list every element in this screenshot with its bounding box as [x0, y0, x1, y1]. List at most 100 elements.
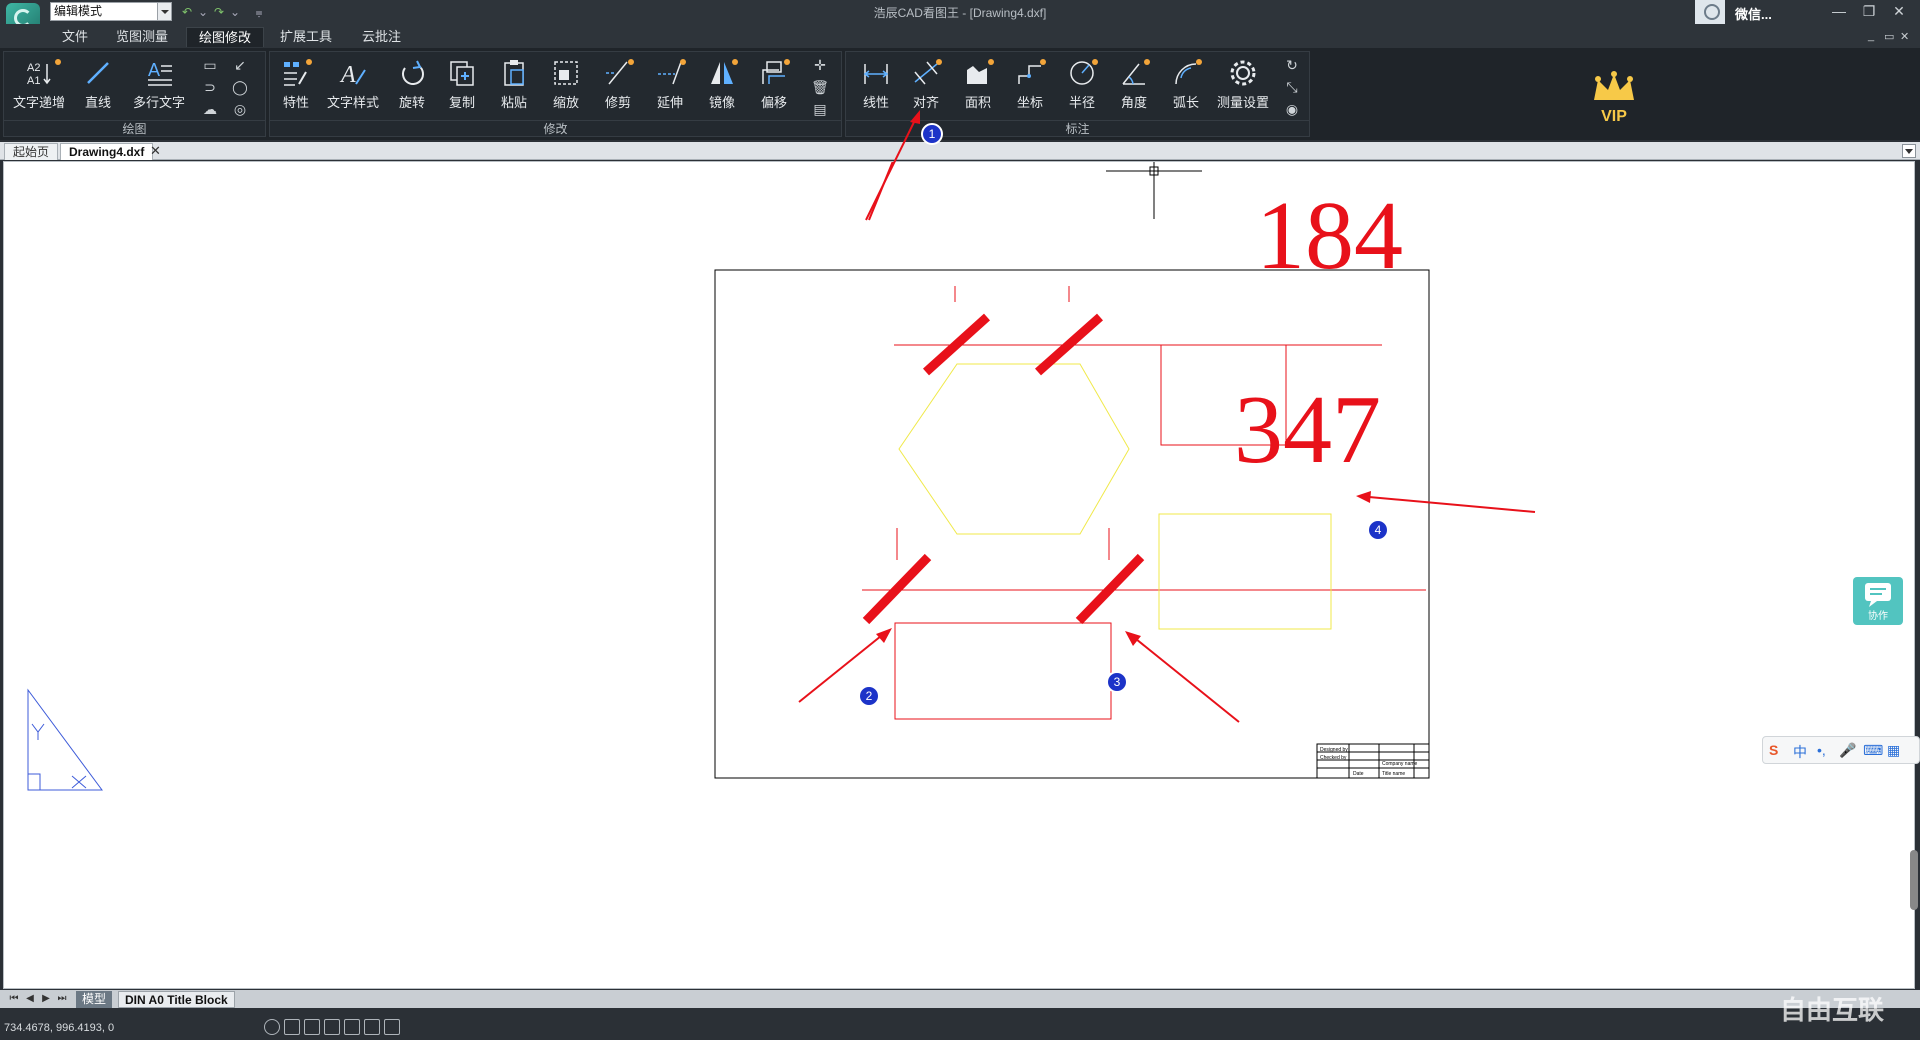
copy-button[interactable]: 复制 [438, 58, 486, 110]
aligned-dim-label: 对齐 [912, 95, 939, 110]
dim-tool-3-icon[interactable]: ◉ [1282, 100, 1302, 118]
next-layout-icon[interactable]: ▶ [40, 992, 52, 1006]
new-badge [306, 59, 312, 65]
drawing-svg[interactable]: 184 347 Designed by Checked by Date Comp… [4, 162, 1916, 990]
dim-tool-1-icon[interactable]: ↻ [1282, 56, 1302, 74]
scrollbar-thumb[interactable] [1910, 850, 1918, 910]
line-button[interactable]: 直线 [74, 58, 122, 110]
user-avatar[interactable] [1695, 0, 1725, 24]
measure-settings-button[interactable]: 测量设置 [1212, 58, 1274, 110]
mdi-minimize-icon[interactable]: _ [1868, 30, 1874, 42]
user-name[interactable]: 微信... [1735, 4, 1772, 23]
zoom-icon[interactable] [304, 1019, 320, 1035]
dim-tool-2-icon[interactable]: ⤡ [1282, 78, 1302, 96]
aligned-dim-mark[interactable] [1075, 553, 1145, 625]
drawing-canvas[interactable]: 184 347 Designed by Checked by Date Comp… [3, 161, 1915, 989]
snap-icon[interactable] [264, 1019, 280, 1035]
tab-extensions[interactable]: 扩展工具 [268, 27, 344, 47]
new-badge [732, 59, 738, 65]
radius-button[interactable]: 半径 [1058, 58, 1106, 110]
vip-badge[interactable]: VIP [1590, 70, 1638, 126]
ortho-icon[interactable] [324, 1019, 340, 1035]
apps-icon[interactable]: ▦ [1887, 742, 1900, 759]
scale-button[interactable]: 缩放 [542, 58, 590, 110]
text-increment-icon: A2A1 [27, 62, 51, 87]
ime-mode-label[interactable]: 中 [1793, 742, 1807, 762]
first-layout-icon[interactable]: ⏮ [8, 992, 20, 1006]
mdi-restore-icon[interactable]: ▭ [1884, 30, 1894, 43]
tab-draw-modify[interactable]: 绘图修改 [186, 27, 265, 47]
document-tabs: 起始页 Drawing4.dxf ✕ [0, 142, 1920, 160]
yellow-rect[interactable] [1158, 513, 1332, 630]
new-badge [1092, 59, 1098, 65]
mtext-button[interactable]: A 多行文字 [128, 58, 190, 110]
mdi-close-icon[interactable]: ✕ [1900, 30, 1909, 43]
fullscreen-icon[interactable] [384, 1019, 400, 1035]
tab-model[interactable]: 模型 [76, 991, 113, 1008]
layout-tabs-bar: ⏮ ◀ ▶ ⏭ 模型 DIN A0 Title Block [0, 990, 1920, 1008]
tab-view-measure[interactable]: 览图测量 [104, 27, 180, 47]
trim-button[interactable]: 修剪 [594, 58, 642, 110]
move-icon[interactable]: ✛ [810, 56, 830, 74]
tab-drawing4[interactable]: Drawing4.dxf [60, 143, 154, 160]
aligned-dim-mark[interactable] [862, 553, 932, 625]
properties-button[interactable]: 特性 [272, 58, 320, 110]
group-label-draw: 绘图 [4, 120, 265, 136]
arc-length-button[interactable]: 弧长 [1162, 58, 1210, 110]
title-block-text: Checked by [1320, 755, 1347, 761]
dim-text-184[interactable]: 184 [1256, 182, 1403, 290]
keyboard-icon[interactable]: ⌨ [1863, 742, 1883, 759]
osnap-icon[interactable] [364, 1019, 380, 1035]
app-window: 编辑模式 ↶ ⌄ ↷ ⌄ ⩦ 浩辰CAD看图王 - [Drawing4.dxf]… [0, 0, 1920, 1040]
coordinate-button[interactable]: 坐标 [1006, 58, 1054, 110]
angle-button[interactable]: 角度 [1110, 58, 1158, 110]
red-rect-bottom[interactable] [894, 622, 1112, 720]
microphone-icon[interactable]: 🎤 [1839, 742, 1856, 759]
restore-icon[interactable]: ❐ [1858, 2, 1880, 20]
cloud-icon[interactable]: ☁ [200, 100, 220, 118]
aligned-dim-button[interactable]: 对齐 [902, 58, 950, 110]
close-tab-icon[interactable]: ✕ [150, 143, 164, 159]
text-increment-button[interactable]: A2 A1 文字递增 [9, 58, 69, 110]
paste-button[interactable]: 粘贴 [490, 58, 538, 110]
ucs-icon [27, 688, 103, 791]
explode-icon[interactable]: ▤ [810, 100, 830, 118]
tab-din-a0[interactable]: DIN A0 Title Block [118, 991, 235, 1008]
linear-dim-button[interactable]: 线性 [852, 58, 900, 110]
collaborate-button[interactable]: 协作 [1853, 577, 1903, 625]
window-title: 浩辰CAD看图王 - [Drawing4.dxf] [873, 6, 1047, 20]
ime-toolbar[interactable]: S 中 •, 🎤 ⌨ ▦ [1762, 736, 1920, 764]
ribbon: A2 A1 文字递增 直线 A 多行文字 ▭ ⊃ ☁ ↙ ◯ ◎ 绘图 特性 A… [0, 48, 1920, 140]
new-badge [628, 59, 634, 65]
ellipse-icon[interactable]: ◎ [230, 100, 250, 118]
new-badge [680, 59, 686, 65]
arc-icon[interactable]: ↙ [230, 56, 250, 74]
rotate-button[interactable]: 旋转 [388, 58, 436, 110]
tab-cloud-annotate[interactable]: 云批注 [350, 27, 413, 47]
last-layout-icon[interactable]: ⏭ [56, 992, 68, 1006]
tab-file[interactable]: 文件 [50, 27, 100, 47]
rectangle-icon[interactable]: ▭ [200, 56, 220, 74]
extend-button[interactable]: 延伸 [646, 58, 694, 110]
annotation-arrows [798, 162, 1536, 723]
minimize-icon[interactable]: — [1828, 2, 1850, 20]
trim-label: 修剪 [604, 95, 631, 110]
arc-length-label: 弧长 [1172, 95, 1199, 110]
polar-icon[interactable] [344, 1019, 360, 1035]
text-style-button[interactable]: A 文字样式 [322, 58, 384, 110]
dim-text-347[interactable]: 347 [1234, 376, 1381, 484]
close-icon[interactable]: ✕ [1888, 2, 1910, 20]
properties-label: 特性 [282, 95, 309, 110]
chevron-down-icon[interactable] [1902, 144, 1916, 158]
delete-icon[interactable]: 🗑 [810, 78, 830, 96]
mirror-button[interactable]: 镜像 [698, 58, 746, 110]
polyline-icon[interactable]: ⊃ [200, 78, 220, 96]
area-button[interactable]: 面积 [954, 58, 1002, 110]
yellow-hexagon[interactable] [898, 363, 1130, 535]
offset-button[interactable]: 偏移 [750, 58, 798, 110]
tab-start-page[interactable]: 起始页 [4, 143, 59, 160]
prev-layout-icon[interactable]: ◀ [24, 992, 36, 1006]
grid-icon[interactable] [284, 1019, 300, 1035]
circle-icon[interactable]: ◯ [230, 78, 250, 96]
punctuation-icon[interactable]: •, [1817, 742, 1826, 758]
